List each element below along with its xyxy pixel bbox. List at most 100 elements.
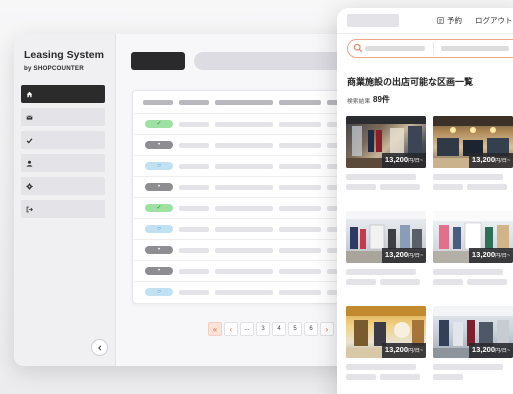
listing-meta-line xyxy=(346,184,376,190)
status-badge: • xyxy=(145,141,173,149)
pagination: « ‹ ... 3 4 5 6 › xyxy=(208,322,334,336)
table-cell xyxy=(179,122,209,127)
listing-name-line xyxy=(346,364,416,370)
chevron-left-icon xyxy=(97,345,101,350)
data-table: ✓ • ○ • ✓ ○ • • ○ xyxy=(132,90,363,304)
table-header-status xyxy=(143,100,173,105)
price-unit: 円/日~ xyxy=(408,253,423,259)
table-cell xyxy=(215,206,273,211)
status-badge: ○ xyxy=(145,225,173,233)
site-logo[interactable] xyxy=(347,14,399,27)
search-icon xyxy=(353,43,363,53)
listing-meta-line xyxy=(346,374,376,380)
listing-meta-line xyxy=(467,279,507,285)
sidebar-item-users[interactable] xyxy=(21,154,105,172)
price-value: 13,200 xyxy=(384,250,409,259)
table-cell xyxy=(215,185,273,190)
table-cell xyxy=(279,143,321,148)
admin-window: Leasing System by SHOPCOUNTER ✓ • ○ • ✓ … xyxy=(14,34,369,366)
sidebar-item-logout[interactable] xyxy=(21,200,105,218)
listing-search-bar[interactable] xyxy=(347,39,513,58)
table-cell xyxy=(215,164,273,169)
listing-meta-line xyxy=(433,279,463,285)
table-cell xyxy=(179,227,209,232)
table-row[interactable]: • xyxy=(133,239,363,260)
price-tag: 13,200円/日~ xyxy=(468,343,513,358)
table-cell xyxy=(179,185,209,190)
table-row[interactable]: ✓ xyxy=(133,113,363,134)
result-count: 89件 xyxy=(373,95,390,104)
price-unit: 円/日~ xyxy=(495,253,510,259)
table-row[interactable]: ○ xyxy=(133,155,363,176)
collapse-sidebar-button[interactable] xyxy=(91,339,108,356)
listing-card[interactable]: 13,200円/日~ xyxy=(433,306,513,380)
price-unit: 円/日~ xyxy=(408,158,423,164)
table-header-col4 xyxy=(279,100,321,105)
page-button[interactable]: 6 xyxy=(304,322,318,336)
table-cell xyxy=(179,206,209,211)
primary-action-button[interactable] xyxy=(131,52,185,70)
page-button[interactable]: 5 xyxy=(288,322,302,336)
page-button[interactable]: 4 xyxy=(272,322,286,336)
nav-reserve[interactable]: 予約 xyxy=(437,15,462,26)
listing-meta-line xyxy=(380,374,420,380)
next-page-button[interactable]: › xyxy=(320,322,334,336)
table-cell xyxy=(215,248,273,253)
sidebar-item-settings[interactable] xyxy=(21,177,105,195)
listing-card[interactable]: 13,200円/日~ xyxy=(433,116,513,190)
main-content: ✓ • ○ • ✓ ○ • • ○ « ‹ ... 3 4 5 6 › xyxy=(116,34,369,366)
listing-panel: 予約 ログアウト 商業施設の出店可能な区画一覧 検索結果 89件 13,200円… xyxy=(337,8,513,394)
listing-card[interactable]: 13,200円/日~ xyxy=(433,211,513,285)
listing-photo: 13,200円/日~ xyxy=(433,211,513,263)
listing-photo: 13,200円/日~ xyxy=(433,116,513,168)
table-header-col2 xyxy=(179,100,209,105)
listing-meta-line xyxy=(467,184,507,190)
listing-name-line xyxy=(346,174,416,180)
listing-meta-line xyxy=(433,374,463,380)
listing-card[interactable]: 13,200円/日~ xyxy=(346,306,426,380)
sidebar-item-mail[interactable] xyxy=(21,108,105,126)
listing-card[interactable]: 13,200円/日~ xyxy=(346,116,426,190)
table-row[interactable]: • xyxy=(133,260,363,281)
listing-name-line xyxy=(433,364,503,370)
listing-photo: 13,200円/日~ xyxy=(346,116,426,168)
listing-photo: 13,200円/日~ xyxy=(346,211,426,263)
status-badge: ✓ xyxy=(145,120,173,128)
table-row[interactable]: ✓ xyxy=(133,197,363,218)
first-page-button[interactable]: « xyxy=(208,322,222,336)
sidebar-item-tasks[interactable] xyxy=(21,131,105,149)
price-tag: 13,200円/日~ xyxy=(468,153,513,168)
table-row[interactable]: ○ xyxy=(133,281,363,302)
prev-page-button[interactable]: ‹ xyxy=(224,322,238,336)
table-cell xyxy=(279,185,321,190)
listing-card[interactable]: 13,200円/日~ xyxy=(346,211,426,285)
home-icon xyxy=(26,91,33,97)
result-count-label: 検索結果 xyxy=(347,99,371,105)
table-row[interactable]: • xyxy=(133,134,363,155)
table-cell xyxy=(179,164,209,169)
check-icon xyxy=(26,137,33,144)
search-keyword-input[interactable] xyxy=(365,46,425,51)
search-separator xyxy=(433,42,434,55)
sidebar-item-home[interactable] xyxy=(21,85,105,103)
price-tag: 13,200円/日~ xyxy=(381,343,426,358)
pagination-ellipsis: ... xyxy=(240,322,254,336)
sidebar: Leasing System by SHOPCOUNTER xyxy=(14,34,116,366)
price-value: 13,200 xyxy=(471,250,496,259)
status-badge: ✓ xyxy=(145,204,173,212)
listing-photo: 13,200円/日~ xyxy=(346,306,426,358)
price-unit: 円/日~ xyxy=(408,348,423,354)
price-unit: 円/日~ xyxy=(495,348,510,354)
price-value: 13,200 xyxy=(471,155,496,164)
table-cell xyxy=(179,143,209,148)
listing-meta-line xyxy=(380,279,420,285)
table-row[interactable]: ○ xyxy=(133,218,363,239)
nav-logout[interactable]: ログアウト xyxy=(475,15,513,26)
page-button[interactable]: 3 xyxy=(256,322,270,336)
table-cell xyxy=(279,248,321,253)
listing-name-line xyxy=(346,269,416,275)
search-area-input[interactable] xyxy=(441,46,509,51)
table-row[interactable]: • xyxy=(133,176,363,197)
table-cell xyxy=(179,269,209,274)
status-badge: ○ xyxy=(145,162,173,170)
